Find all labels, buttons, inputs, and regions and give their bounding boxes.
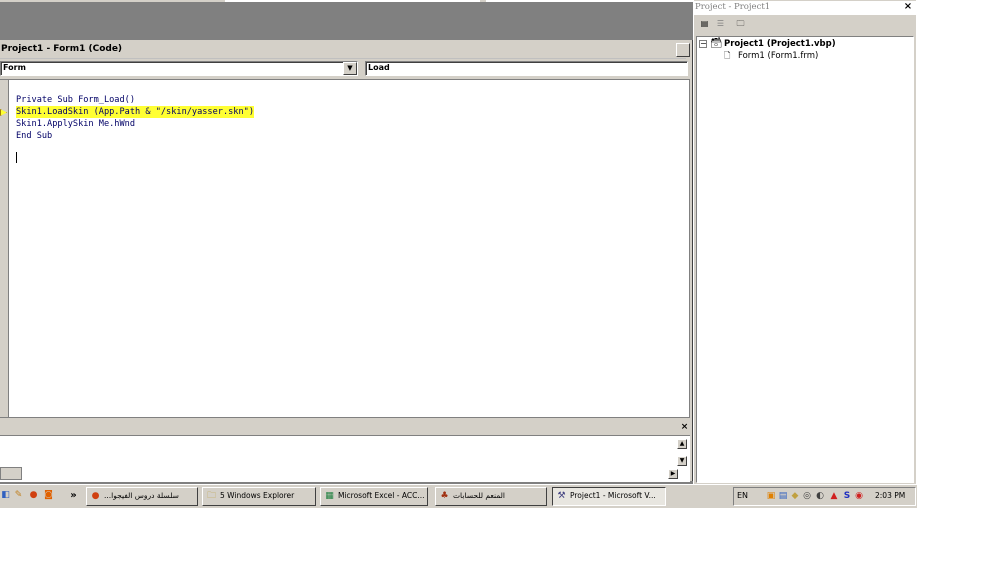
taskbar-button[interactable]: ▦ Microsoft Excel - ACC... xyxy=(320,487,428,506)
tray-app-icon[interactable]: ◎ xyxy=(802,491,812,501)
clock[interactable]: 2:03 PM xyxy=(875,491,905,500)
language-indicator[interactable]: EN xyxy=(737,491,748,500)
code-line[interactable]: Private Sub Form_Load() xyxy=(16,94,135,106)
view-object-icon[interactable]: ☰ xyxy=(714,18,727,30)
code-window-titlebar[interactable]: Project1 - Form1 (Code) xyxy=(0,41,690,59)
tree-item-form[interactable]: Form1 (Form1.frm) xyxy=(738,51,818,61)
procedure-combo-value: Load xyxy=(368,63,390,72)
app-icon: ♣ xyxy=(440,491,449,501)
volume-icon[interactable]: ◐ xyxy=(815,491,825,501)
vb-icon: ⚒ xyxy=(557,491,566,501)
quicklaunch-icon[interactable]: ◙ xyxy=(43,490,54,501)
close-icon[interactable]: × xyxy=(680,422,689,432)
project-tree[interactable] xyxy=(696,36,914,483)
breakpoint-margin[interactable] xyxy=(0,80,9,417)
object-combo-value: Form xyxy=(3,63,26,72)
tree-item-project[interactable]: Project1 (Project1.vbp) xyxy=(724,39,836,49)
tray-app-icon[interactable]: ▣ xyxy=(766,491,776,501)
code-line-current[interactable]: Skin1.LoadSkin (App.Path & "/skin/yasser… xyxy=(16,106,254,118)
close-icon[interactable]: × xyxy=(902,2,914,13)
taskbar-button-active[interactable]: ⚒ Project1 - Microsoft V... xyxy=(552,487,666,506)
collapse-icon[interactable]: − xyxy=(699,40,707,48)
warning-icon[interactable]: ▲ xyxy=(829,491,839,501)
firefox-icon[interactable]: ● xyxy=(28,490,39,501)
project-explorer-titlebar[interactable]: Project - Project1 xyxy=(693,1,916,15)
tray-app-icon[interactable]: ◆ xyxy=(790,491,800,501)
procedure-combo[interactable]: Load xyxy=(365,61,688,76)
horizontal-scrollbar[interactable] xyxy=(0,467,22,480)
scroll-up-icon[interactable]: ▲ xyxy=(677,439,687,449)
mdi-top-border xyxy=(0,0,693,2)
code-line[interactable]: End Sub xyxy=(16,130,52,142)
firefox-icon: ● xyxy=(91,491,100,501)
code-window-title: Project1 - Form1 (Code) xyxy=(1,44,123,54)
object-combo[interactable]: Form xyxy=(0,61,358,76)
object-combo-dropdown-icon[interactable]: ▼ xyxy=(343,62,357,75)
form-icon: 🗋 xyxy=(724,51,731,60)
toggle-folders-icon[interactable]: 🗀 xyxy=(734,18,747,30)
view-code-icon[interactable]: ▤ xyxy=(698,18,711,30)
code-window-maximize-button[interactable] xyxy=(676,43,690,57)
show-desktop-icon[interactable]: ◧ xyxy=(0,490,11,501)
text-caret xyxy=(16,152,17,163)
immediate-pane-toolbar xyxy=(0,420,690,436)
taskbar-button[interactable]: 🗀 5 Windows Explorer xyxy=(202,487,316,506)
network-icon[interactable]: ▤ xyxy=(778,491,788,501)
folder-icon: 🗀 xyxy=(206,491,216,501)
quicklaunch-icon[interactable]: ✎ xyxy=(13,490,24,501)
project-icon: 🗃 xyxy=(710,38,723,49)
antivirus-icon[interactable]: ◉ xyxy=(854,491,864,501)
excel-icon: ▦ xyxy=(325,491,334,501)
more-quicklaunch-icon[interactable]: » xyxy=(68,490,79,501)
project-explorer-title: Project - Project1 xyxy=(695,2,771,12)
taskbar-button[interactable]: ● ...سلسلة دروس الفيجوا xyxy=(86,487,198,506)
scroll-down-icon[interactable]: ▼ xyxy=(677,456,687,466)
scroll-right-icon[interactable]: ▶ xyxy=(668,469,678,479)
taskbar-button[interactable]: ♣ المنعم للحسابات xyxy=(435,487,547,506)
code-line[interactable]: Skin1.ApplySkin Me.hWnd xyxy=(16,118,135,130)
tray-app-icon[interactable]: S xyxy=(842,491,852,501)
